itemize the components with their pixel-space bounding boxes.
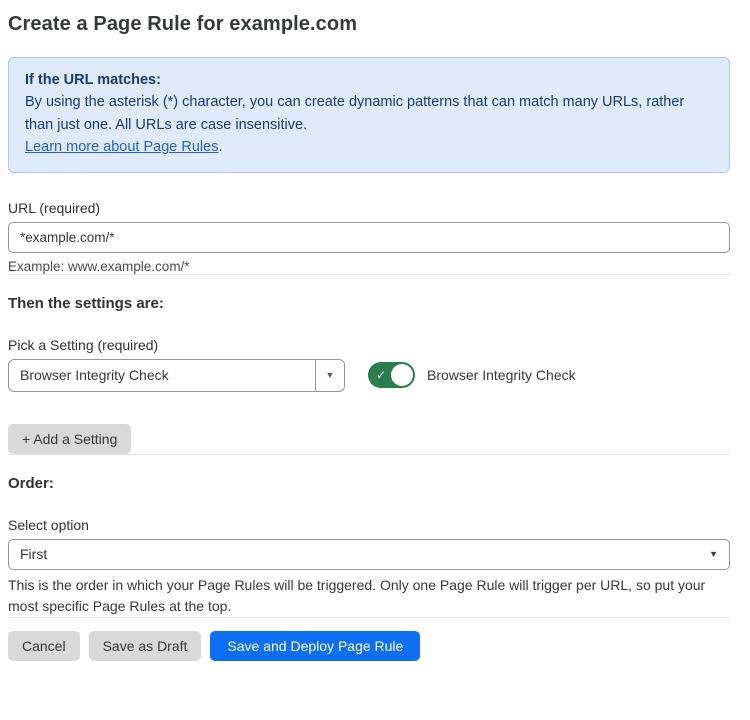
order-select[interactable]: First ▼ [8,539,730,570]
url-match-info-box: If the URL matches: By using the asteris… [8,57,730,173]
setting-toggle[interactable]: ✓ [368,362,415,388]
order-helper-text: This is the order in which your Page Rul… [8,575,730,617]
url-example-helper: Example: www.example.com/* [8,259,730,274]
chevron-down-icon: ▼ [326,370,335,380]
order-select-value: First [20,546,709,562]
pick-setting-label: Pick a Setting (required) [8,337,730,353]
setting-dropdown-value: Browser Integrity Check [9,360,315,391]
url-input[interactable] [8,222,730,253]
setting-dropdown-arrow-button[interactable]: ▼ [315,360,344,391]
chevron-down-icon: ▼ [709,549,718,559]
order-section-heading: Order: [8,475,730,492]
learn-more-link[interactable]: Learn more about Page Rules [25,139,218,155]
footer-divider [8,617,730,618]
settings-section-heading: Then the settings are: [8,295,730,312]
check-icon: ✓ [376,369,386,381]
toggle-knob [391,364,413,386]
page-title: Create a Page Rule for example.com [8,13,730,36]
info-box-heading: If the URL matches: [25,69,713,91]
info-box-link-line: Learn more about Page Rules. [25,136,713,158]
link-suffix: . [218,139,222,155]
order-select-label: Select option [8,517,730,533]
setting-row: Browser Integrity Check ▼ ✓ Browser Inte… [8,359,730,392]
toggle-label: Browser Integrity Check [427,367,576,383]
setting-dropdown[interactable]: Browser Integrity Check ▼ [8,359,345,392]
add-setting-button[interactable]: + Add a Setting [8,424,131,454]
footer-button-row: Cancel Save as Draft Save and Deploy Pag… [8,631,730,661]
save-and-deploy-button[interactable]: Save and Deploy Page Rule [210,631,420,661]
section-divider [8,454,730,455]
page-rule-form: Create a Page Rule for example.com If th… [0,0,750,661]
url-field-label: URL (required) [8,200,730,216]
save-as-draft-button[interactable]: Save as Draft [89,631,202,661]
info-box-body: By using the asterisk (*) character, you… [25,91,713,136]
section-divider [8,274,730,275]
cancel-button[interactable]: Cancel [8,631,80,661]
